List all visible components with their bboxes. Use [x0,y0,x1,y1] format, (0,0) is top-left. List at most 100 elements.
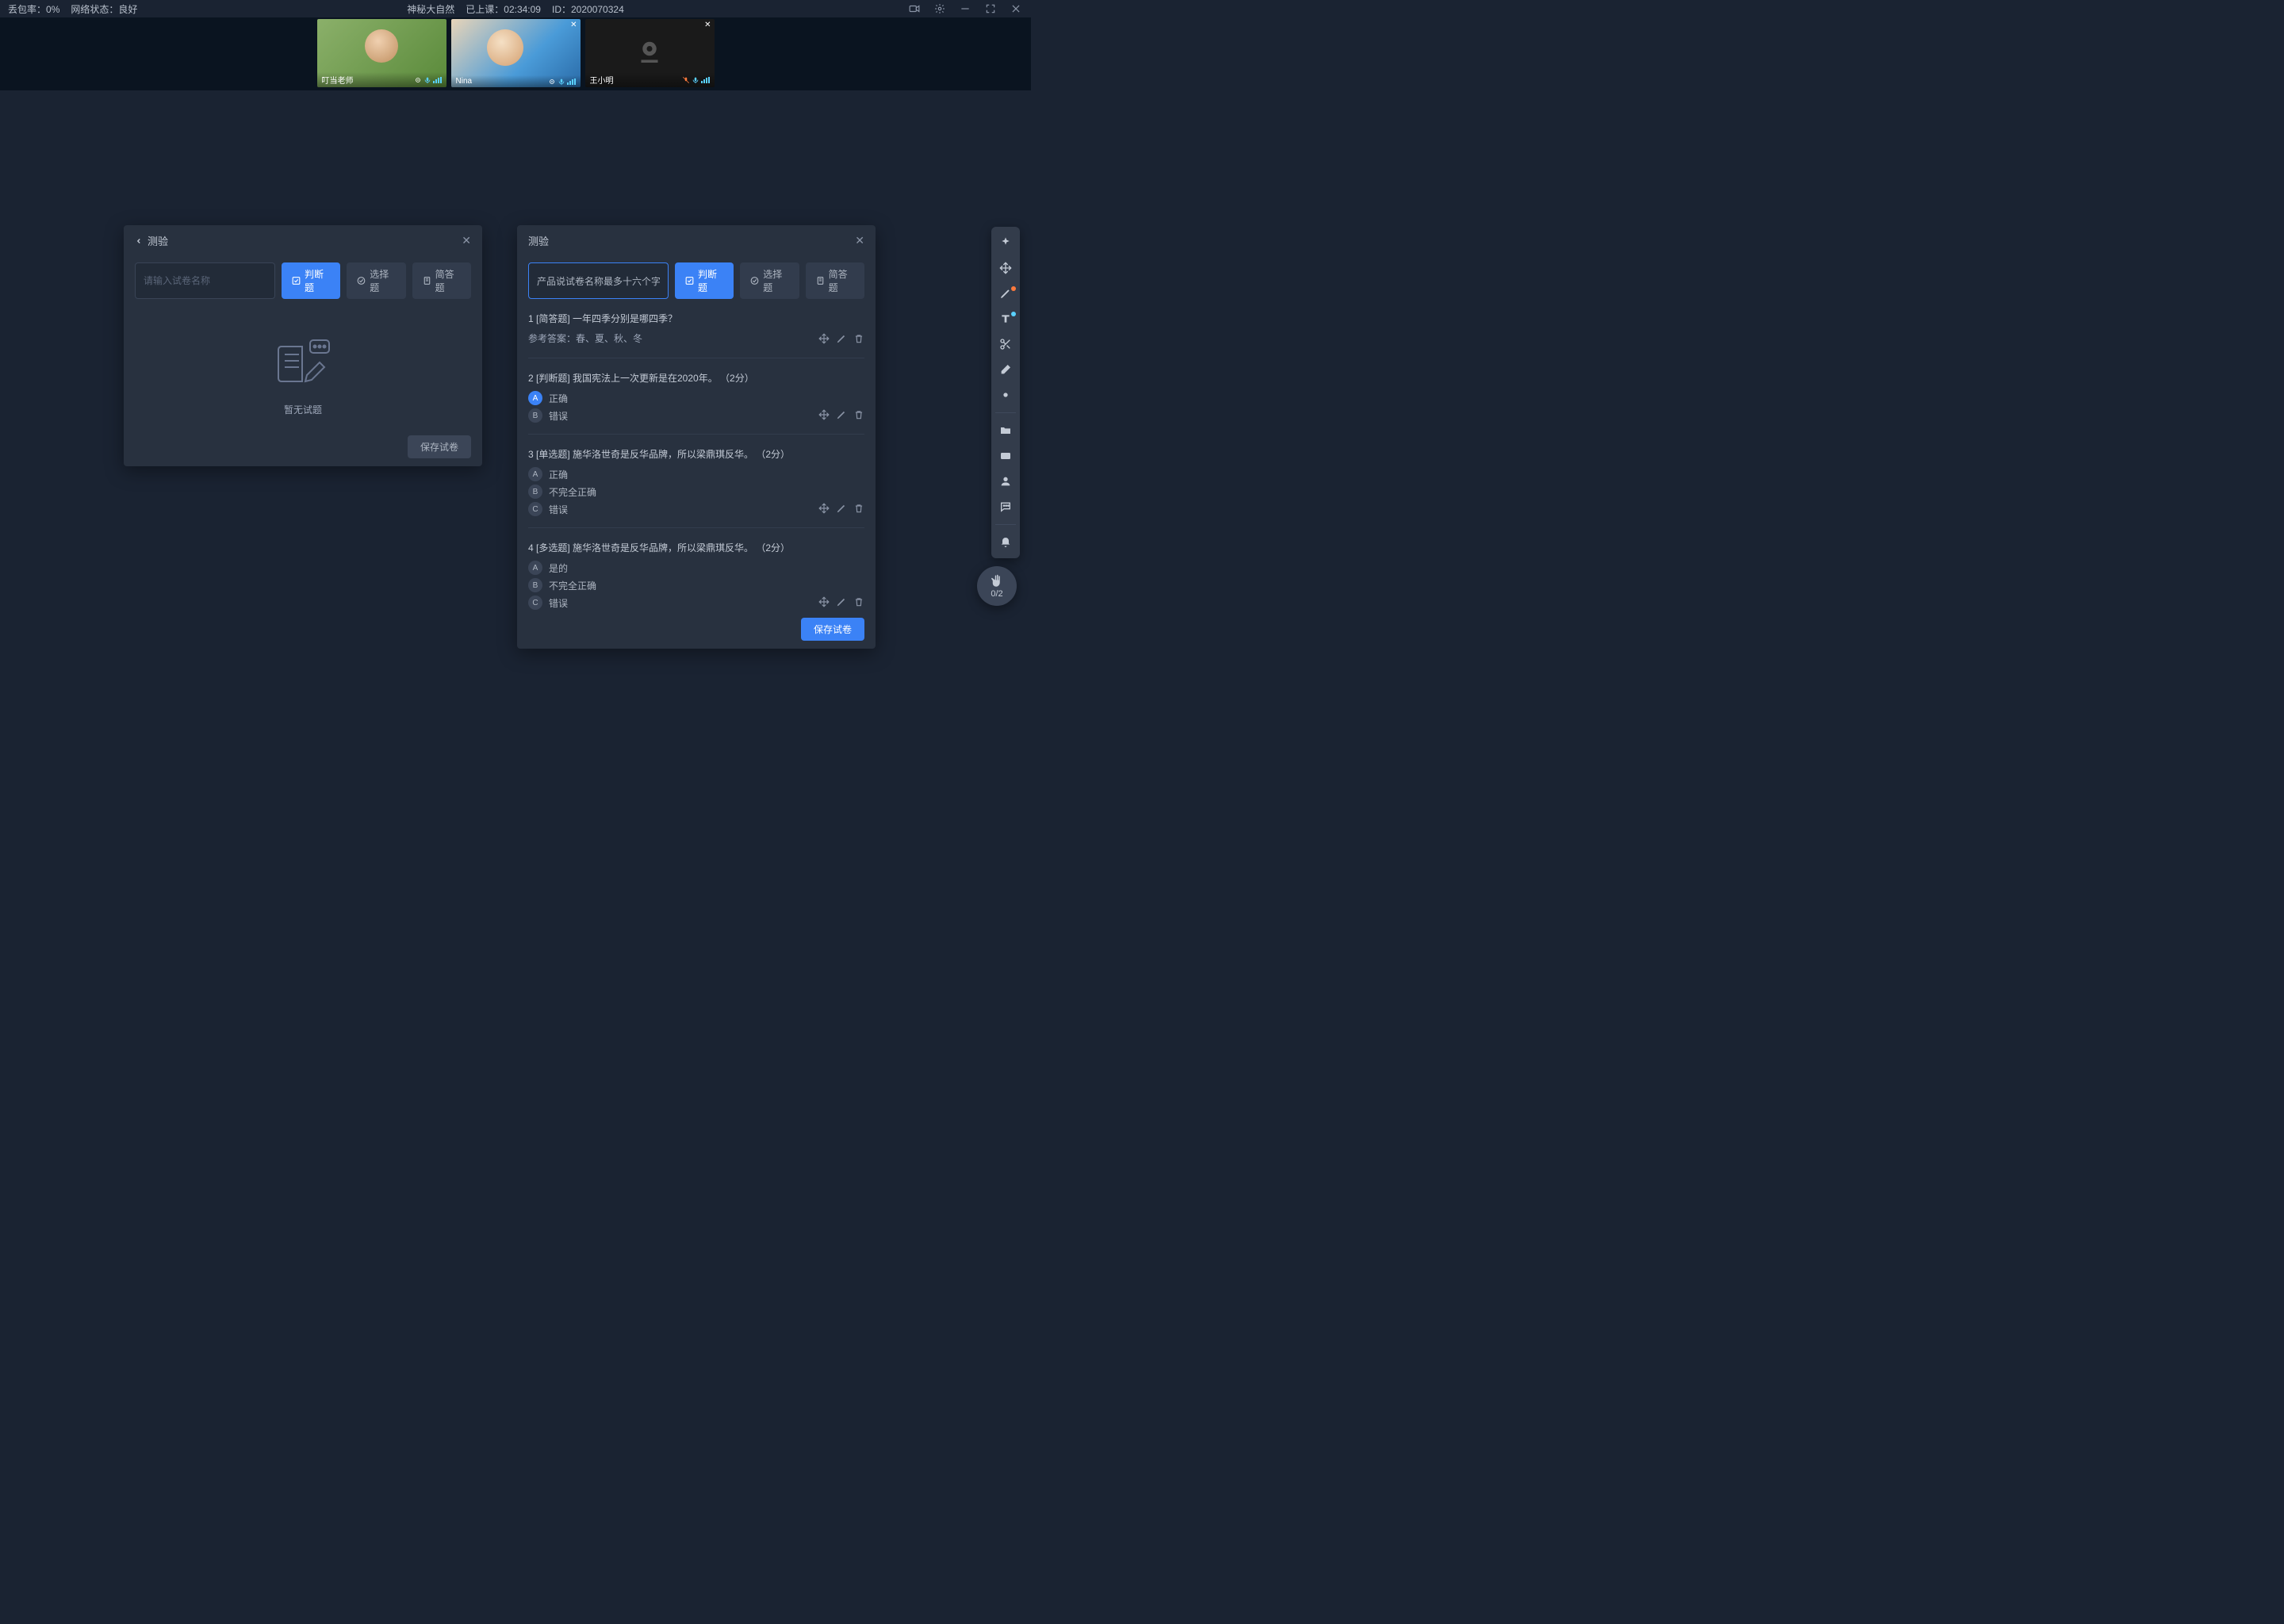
edit-question-icon[interactable] [836,596,847,610]
save-quiz-button[interactable]: 保存试卷 [408,435,471,458]
participant-name: 王小明 [590,74,614,86]
option-row[interactable]: A 正确 [528,391,864,405]
move-question-icon[interactable] [818,596,830,610]
participants-tool-icon[interactable] [991,470,1020,492]
delete-question-icon[interactable] [853,596,864,610]
laser-tool-icon[interactable] [991,384,1020,406]
mic-signal-icons [548,78,576,86]
delete-question-icon[interactable] [853,503,864,516]
edit-question-icon[interactable] [836,409,847,423]
panel-close-icon[interactable]: ✕ [855,234,864,247]
option-badge: B [528,578,542,592]
cursor-tool-icon[interactable] [991,232,1020,254]
option-badge: C [528,502,542,516]
panel-title: 测验 [528,233,549,248]
bell-tool-icon[interactable] [991,531,1020,553]
option-text: 正确 [549,392,568,405]
question-title: 1 [简答题] 一年四季分别是哪四季？ [528,312,864,325]
video-tile-teacher[interactable]: 叮当老师 [317,19,446,87]
pen-tool-icon[interactable] [991,282,1020,304]
question-block: 2 [判断题] 我国宪法上一次更新是在2020年。 （2分） A 正确 B 错误 [528,371,864,435]
reference-answer: 参考答案：春、夏、秋、冬 [528,331,642,345]
option-badge: B [528,408,542,423]
folder-tool-icon[interactable] [991,419,1020,442]
tab-short-answer[interactable]: 简答题 [412,262,471,299]
chat-tool-icon[interactable] [991,496,1020,518]
option-text: 不完全正确 [549,485,596,499]
panel-title: 测验 [148,233,168,248]
fullscreen-icon[interactable] [983,2,998,16]
quiz-panel-editor: 测验 ✕ 判断题 选择题 简答题 1 [简答题] 一年四季分别是哪四季？ 参考答案… [517,225,876,649]
tab-judge[interactable]: 判断题 [282,262,340,299]
option-badge: B [528,485,542,499]
option-row[interactable]: B 不完全正确 [528,485,864,499]
option-row[interactable]: B 错误 [528,408,864,423]
move-question-icon[interactable] [818,333,830,348]
close-window-icon[interactable] [1009,2,1023,16]
video-tile-student-off[interactable]: ✕ 王小明 [585,19,715,87]
option-row[interactable]: C 错误 [528,502,864,516]
option-text: 不完全正确 [549,579,596,592]
top-status-bar: 丢包率：0% 网络状态：良好 神秘大自然 已上课：02:34:09 ID：202… [0,0,1031,17]
option-row[interactable]: A正确 [528,467,864,481]
media-tool-icon[interactable] [991,445,1020,467]
question-title: 4 [多选题] 施华洛世奇是反华品牌，所以梁鼎琪反华。 （2分） [528,541,864,554]
option-text: 正确 [549,468,568,481]
option-row[interactable]: A是的 [528,561,864,575]
question-block: 4 [多选题] 施华洛世奇是反华品牌，所以梁鼎琪反华。 （2分） A是的 B 不完全正… [528,541,864,610]
video-strip: 叮当老师 ✕ Nina ✕ 王小明 [0,17,1031,90]
move-question-icon[interactable] [818,409,830,423]
toggle-camera-icon[interactable] [907,2,922,16]
question-title: 2 [判断题] 我国宪法上一次更新是在2020年。 （2分） [528,371,864,385]
tile-close-icon[interactable]: ✕ [570,21,577,29]
option-badge: A [528,391,542,405]
delete-question-icon[interactable] [853,409,864,423]
tab-judge[interactable]: 判断题 [675,262,734,299]
raise-hand-badge[interactable]: 0/2 [977,566,1017,606]
text-tool-icon[interactable] [991,308,1020,330]
minimize-icon[interactable] [958,2,972,16]
network-status: 网络状态：良好 [71,2,137,16]
save-quiz-button[interactable]: 保存试卷 [801,618,864,641]
video-tile-student-nina[interactable]: ✕ Nina [451,19,581,87]
session-id: ID：2020070324 [552,2,624,16]
tab-choice[interactable]: 选择题 [347,262,405,299]
class-name: 神秘大自然 [407,2,454,16]
whiteboard-toolbar [991,227,1020,558]
empty-quiz-illustration [267,335,339,395]
settings-icon[interactable] [933,2,947,16]
option-badge: A [528,561,542,575]
delete-question-icon[interactable] [853,333,864,348]
tab-short-answer[interactable]: 简答题 [806,262,864,299]
question-block: 1 [简答题] 一年四季分别是哪四季？ 参考答案：春、夏、秋、冬 [528,312,864,358]
move-question-icon[interactable] [818,503,830,516]
edit-question-icon[interactable] [836,333,847,348]
elapsed-time: 已上课：02:34:09 [466,2,541,16]
participant-name: Nina [456,77,473,86]
participant-name: 叮当老师 [322,74,354,86]
move-tool-icon[interactable] [991,257,1020,279]
question-block: 3 [单选题] 施华洛世奇是反华品牌，所以梁鼎琪反华。 （2分）A正确B不完全正… [528,447,864,528]
quiz-name-input[interactable] [528,262,669,299]
mic-signal-icons [414,76,442,84]
packet-loss: 丢包率：0% [8,2,59,16]
empty-text: 暂无试题 [284,403,322,416]
option-text: 错误 [549,503,568,516]
hand-count: 0/2 [991,589,1002,599]
option-text: 错误 [549,409,568,423]
back-button[interactable]: 测验 [135,233,168,248]
camera-off-icon [633,35,666,72]
eraser-tool-icon[interactable] [991,358,1020,381]
quiz-panel-empty: 测验 ✕ 判断题 选择题 简答题 暂无试题 保存试卷 [124,225,482,466]
tab-choice[interactable]: 选择题 [740,262,799,299]
panel-close-icon[interactable]: ✕ [462,234,471,247]
option-badge: C [528,596,542,610]
mic-signal-icons [682,76,710,84]
option-row[interactable]: C 错误 [528,596,864,610]
option-row[interactable]: B 不完全正确 [528,578,864,592]
edit-question-icon[interactable] [836,503,847,516]
scissors-tool-icon[interactable] [991,333,1020,355]
tile-close-icon[interactable]: ✕ [704,21,711,29]
option-text: 错误 [549,596,568,610]
quiz-name-input[interactable] [135,262,275,299]
